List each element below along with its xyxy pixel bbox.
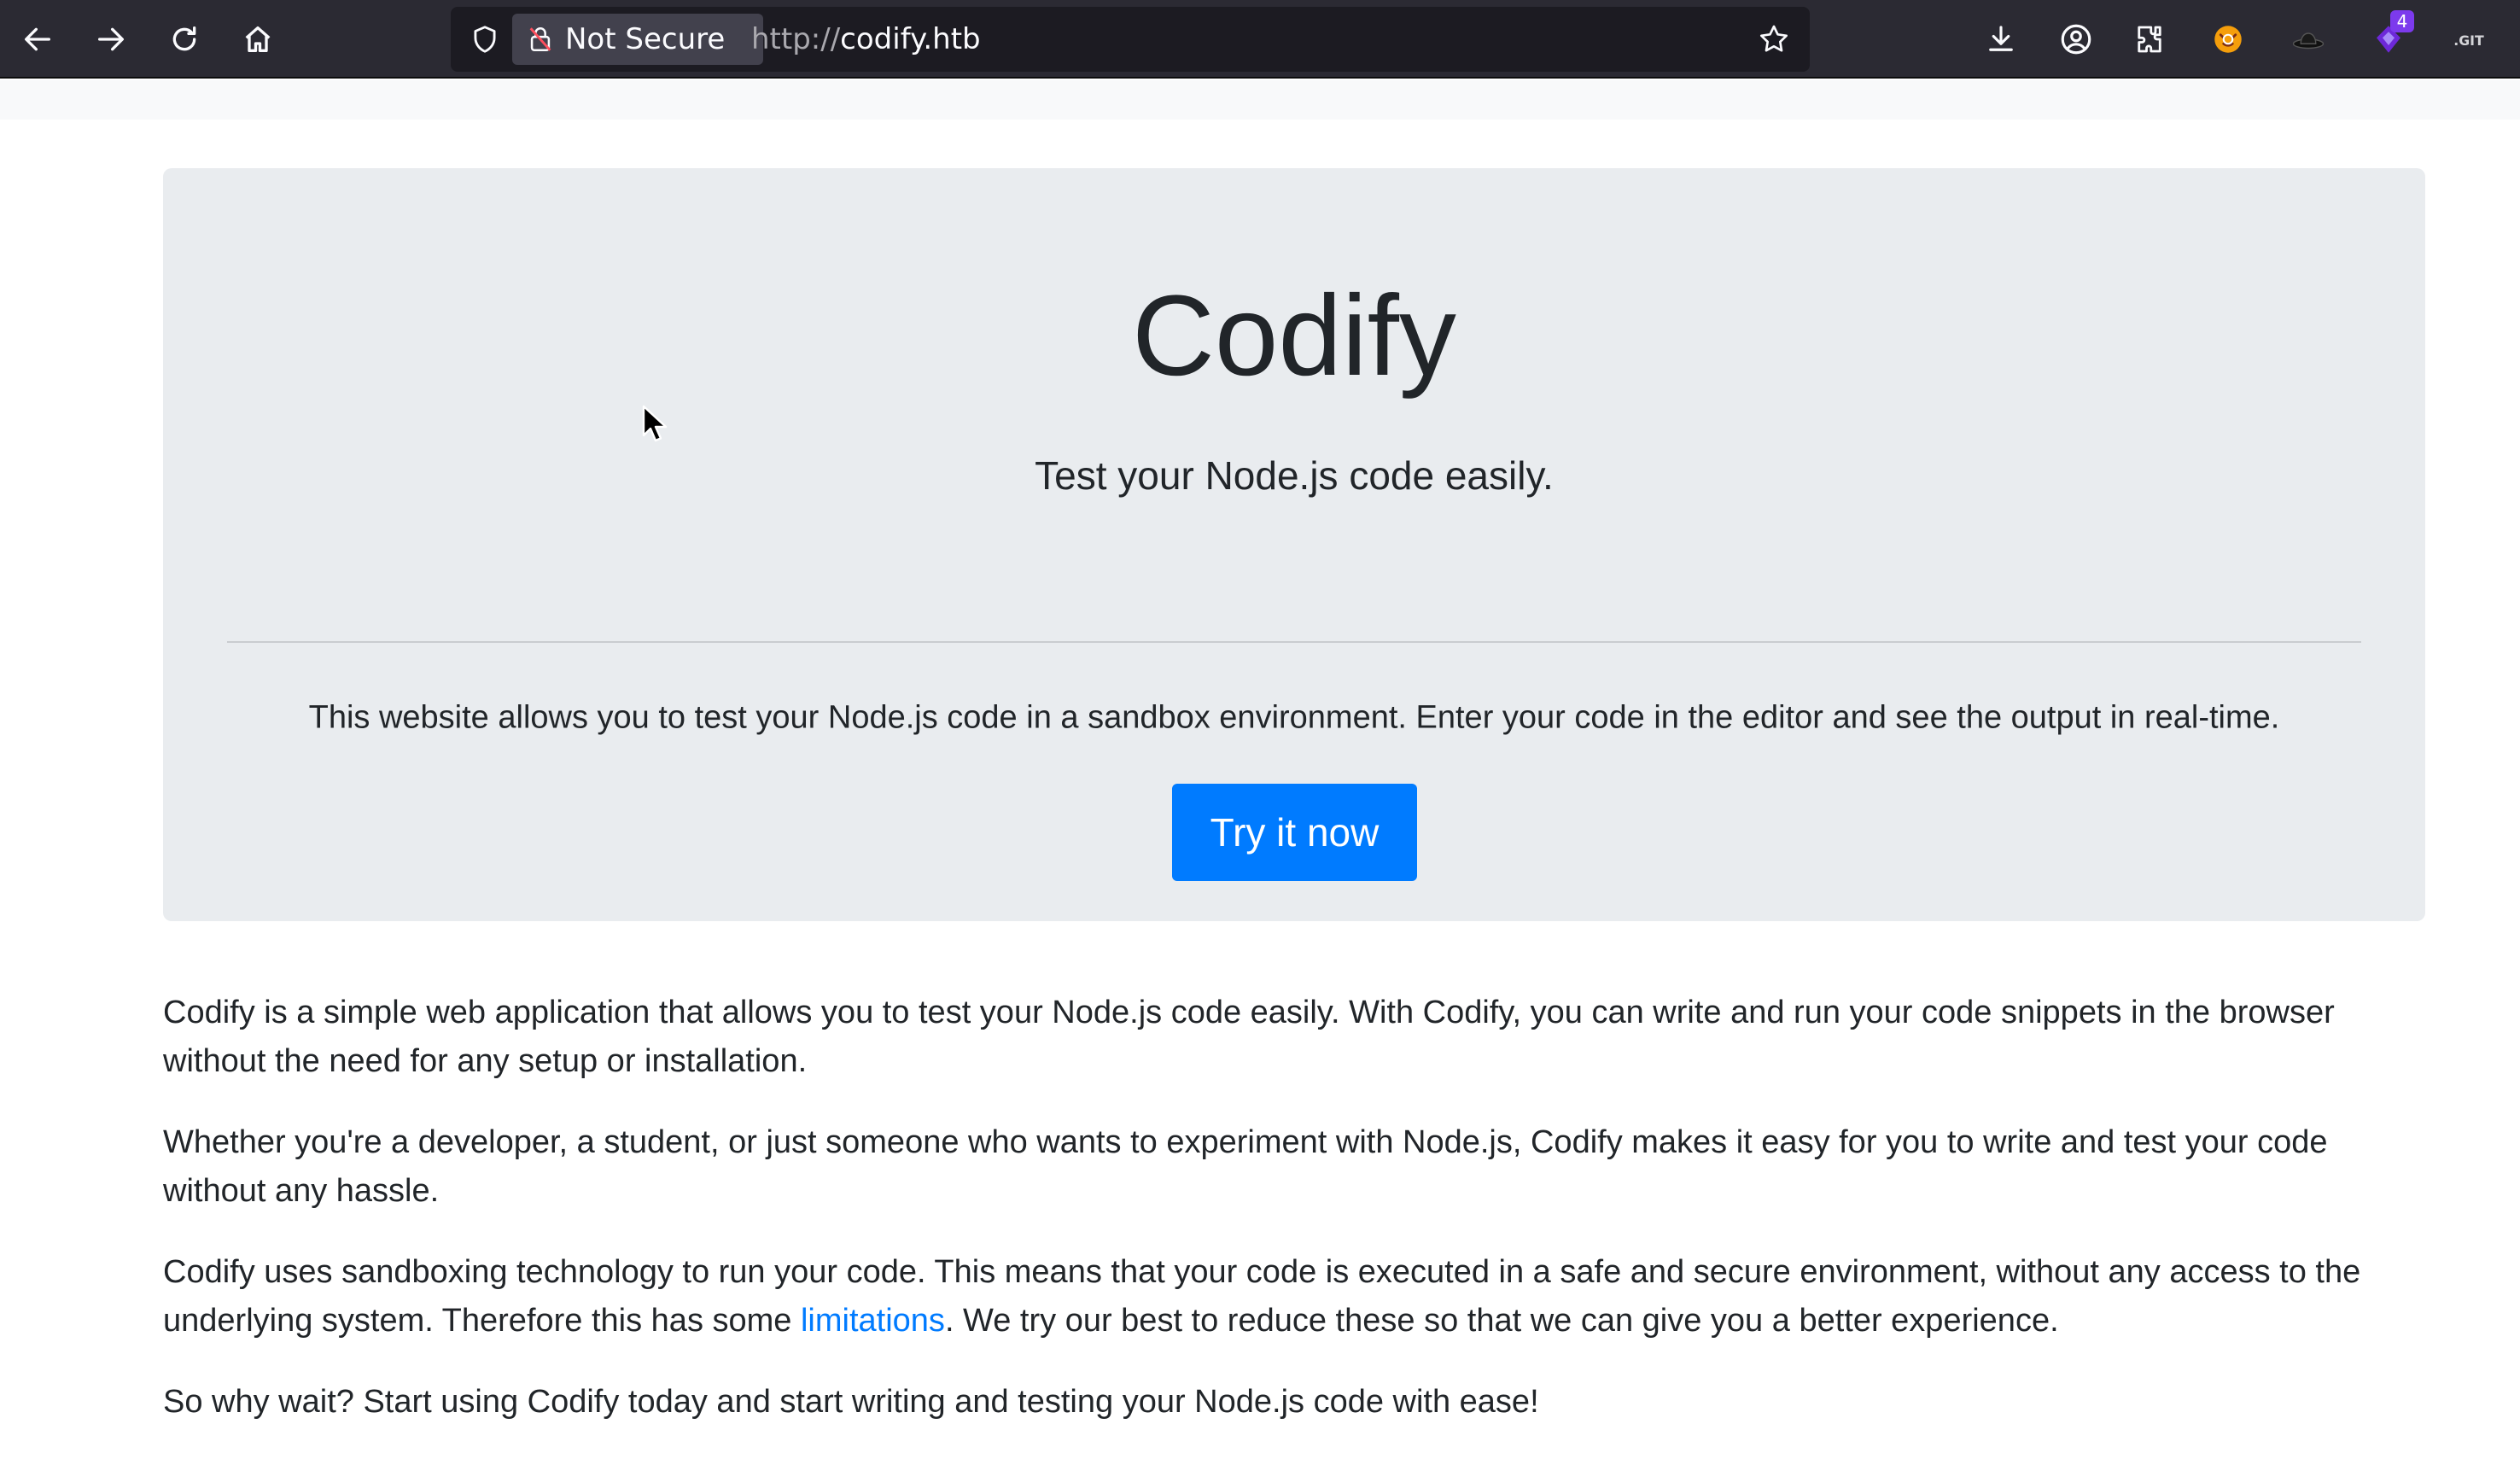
try-it-now-button[interactable]: Try it now bbox=[1172, 784, 1417, 881]
home-button[interactable] bbox=[230, 12, 285, 67]
about-paragraph-1: Codify is a simple web application that … bbox=[163, 995, 2335, 1079]
about-paragraph-3: Codify uses sandboxing technology to run… bbox=[163, 1248, 2425, 1345]
security-label: Not Secure bbox=[565, 22, 726, 56]
hat-extension-button[interactable] bbox=[2284, 15, 2332, 63]
git-extension-button[interactable]: .GIT bbox=[2445, 15, 2493, 63]
forward-button[interactable] bbox=[84, 12, 138, 67]
hero-title: Codify bbox=[1132, 272, 1456, 400]
account-icon bbox=[2061, 24, 2091, 55]
fox-extension-button[interactable] bbox=[2204, 15, 2252, 63]
limitations-link[interactable]: limitations bbox=[801, 1303, 945, 1339]
hero-jumbotron: Codify Test your Node.js code easily. Th… bbox=[163, 168, 2425, 921]
about-section: Codify is a simple web application that … bbox=[163, 989, 2425, 1459]
shield-icon bbox=[474, 26, 496, 53]
back-button[interactable] bbox=[10, 12, 65, 67]
extensions-button[interactable] bbox=[2126, 15, 2173, 63]
page-viewport: Codify Test your Node.js code easily. Th… bbox=[0, 80, 2520, 1455]
fox-extension-icon bbox=[2214, 26, 2242, 53]
git-extension-icon: .GIT bbox=[2453, 32, 2484, 49]
tracking-protection-button[interactable] bbox=[464, 19, 505, 60]
svg-text:.GIT: .GIT bbox=[2453, 32, 2484, 49]
about-paragraph-4: So why wait? Start using Codify today an… bbox=[163, 1384, 1539, 1420]
hero-lead: Test your Node.js code easily. bbox=[1035, 453, 1554, 498]
mouse-cursor-icon bbox=[642, 405, 668, 442]
url-scheme: http:// bbox=[751, 22, 841, 56]
url-text[interactable]: http://codify.htb bbox=[751, 7, 981, 72]
hero-divider bbox=[227, 641, 2361, 643]
forward-icon bbox=[98, 27, 124, 51]
download-icon bbox=[1989, 26, 2013, 51]
paragraph-3-text-end: . We try our best to reduce these so tha… bbox=[944, 1303, 2059, 1339]
extensions-icon bbox=[2138, 26, 2161, 53]
hat-extension-icon bbox=[2292, 32, 2325, 50]
lock-icon bbox=[529, 27, 551, 52]
reload-button[interactable] bbox=[157, 12, 212, 67]
star-icon bbox=[1760, 25, 1788, 52]
site-security-indicator[interactable]: Not Secure bbox=[512, 14, 763, 65]
url-host: codify.htb bbox=[840, 22, 981, 56]
back-icon bbox=[25, 27, 50, 51]
browser-toolbar: Not Secure http://codify.htb 4 .GIT bbox=[0, 0, 2520, 79]
extension-badge: 4 bbox=[2390, 10, 2414, 32]
address-bar[interactable]: Not Secure http://codify.htb bbox=[451, 7, 1810, 72]
home-icon bbox=[245, 26, 271, 52]
downloads-button[interactable] bbox=[1977, 15, 2025, 63]
bookmark-button[interactable] bbox=[1753, 19, 1794, 60]
reload-icon bbox=[172, 26, 196, 51]
about-paragraph-2: Whether you're a developer, a student, o… bbox=[163, 1124, 2328, 1209]
hero-description: This website allows you to test your Nod… bbox=[308, 699, 2280, 736]
account-button[interactable] bbox=[2052, 15, 2100, 63]
purple-extension-button[interactable]: 4 bbox=[2365, 10, 2414, 63]
site-navbar bbox=[0, 80, 2520, 120]
